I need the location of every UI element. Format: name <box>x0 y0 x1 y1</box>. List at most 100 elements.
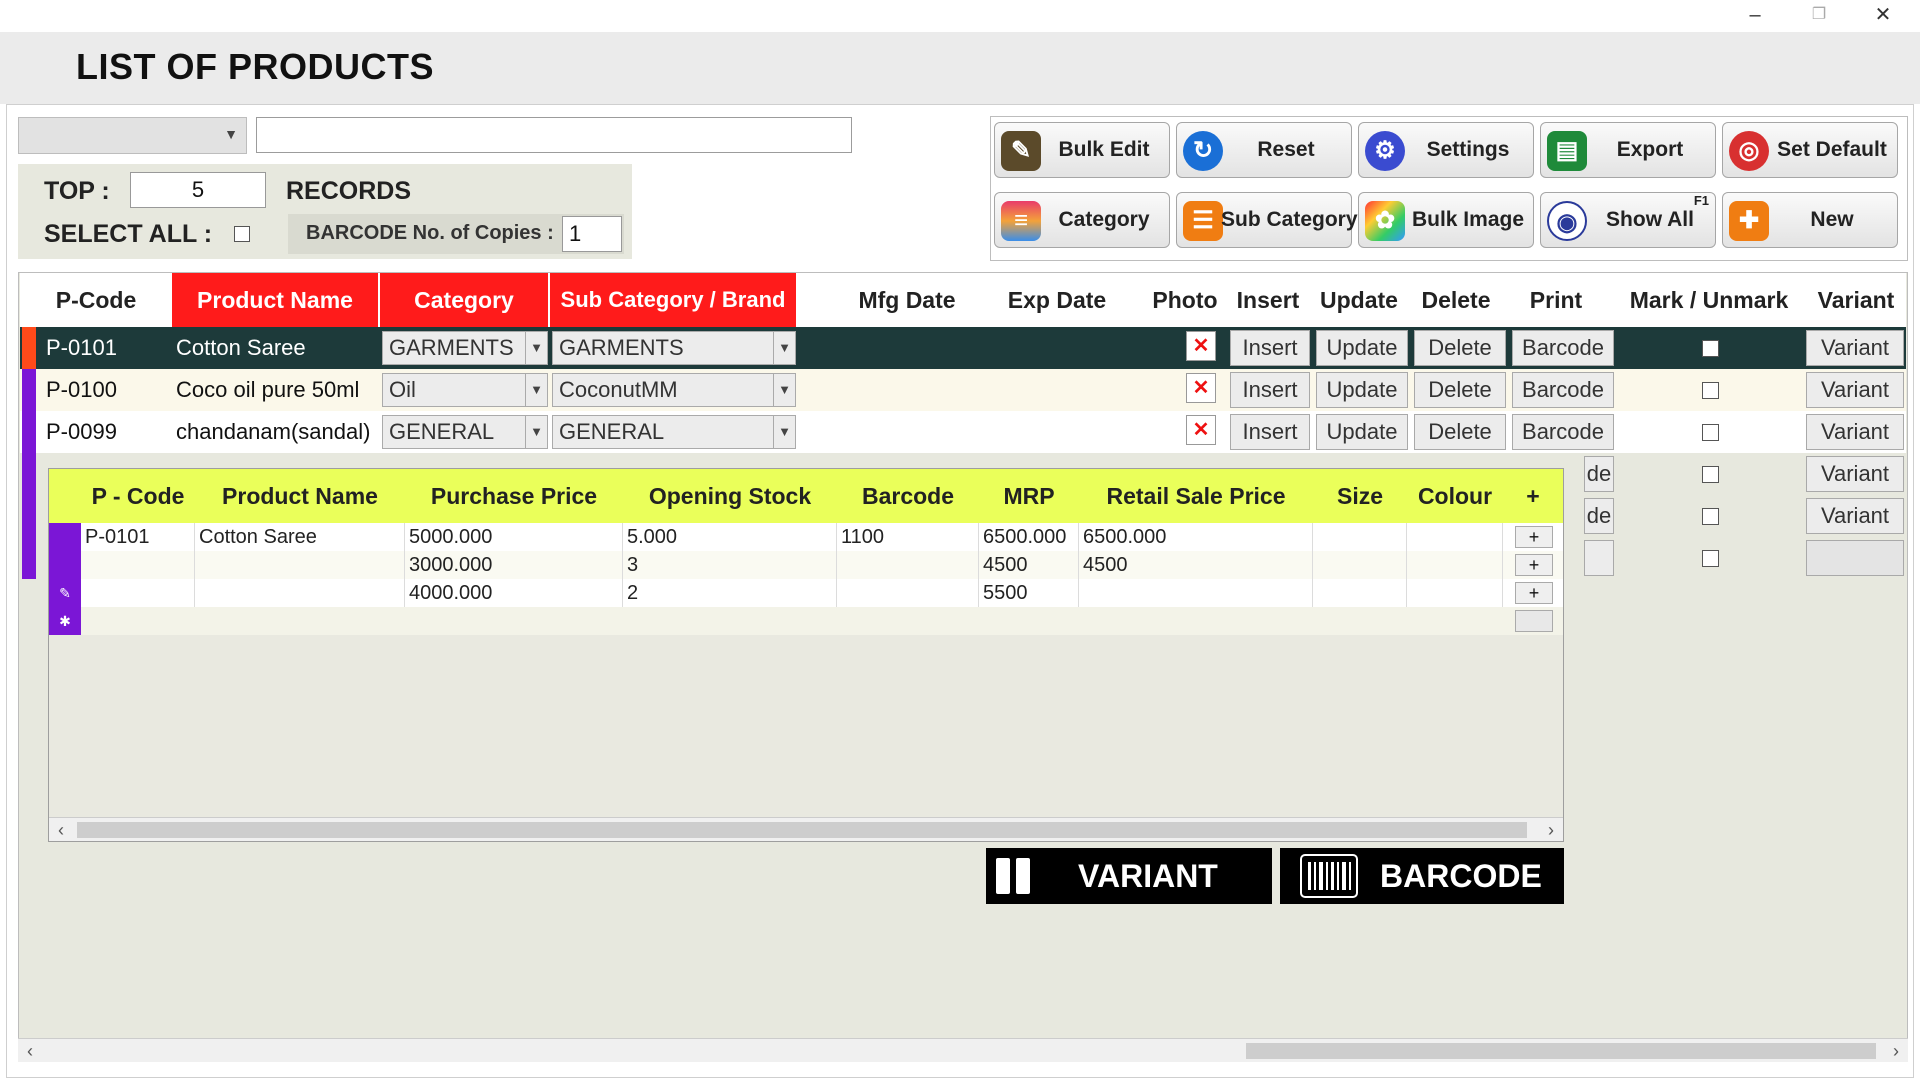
variant-horizontal-scrollbar[interactable]: ‹ › <box>49 817 1563 841</box>
delete-button[interactable]: Delete <box>1414 372 1506 408</box>
table-row[interactable]: P-0100 Coco oil pure 50ml Oil ▼ CoconutMM… <box>20 369 1906 411</box>
col-print[interactable]: Print <box>1504 273 1608 327</box>
col-product-name[interactable]: Product Name <box>172 273 380 327</box>
row-subcategory-dropdown[interactable]: CoconutMM ▼ <box>552 373 796 407</box>
variant-opening-stock[interactable]: 5.000 <box>623 523 837 551</box>
mark-checkbox[interactable] <box>1702 382 1719 399</box>
insert-button[interactable]: Insert <box>1230 414 1310 450</box>
variant-product-name[interactable] <box>195 551 405 579</box>
update-button[interactable]: Update <box>1316 414 1408 450</box>
col-delete[interactable]: Delete <box>1408 273 1504 327</box>
export-button[interactable]: ▤ Export <box>1540 122 1716 178</box>
col-update[interactable]: Update <box>1310 273 1408 327</box>
maximize-button[interactable]: ❐ <box>1790 2 1848 28</box>
add-row-button[interactable]: + <box>1515 526 1553 548</box>
scroll-thumb[interactable] <box>1246 1043 1876 1059</box>
bulk-edit-button[interactable]: ✎ Bulk Edit <box>994 122 1170 178</box>
new-row[interactable]: ✱ <box>49 607 1563 635</box>
col-mrp[interactable]: MRP <box>979 469 1079 523</box>
table-row[interactable]: ✎ 4000.000 2 5500 + <box>49 579 1563 607</box>
col-pcode[interactable]: P-Code <box>20 273 172 327</box>
col-category[interactable]: Category <box>380 273 550 327</box>
col-sub-category[interactable]: Sub Category / Brand <box>550 273 798 327</box>
table-row[interactable]: P-0099 chandanam(sandal) GENERAL ▼ GENERA… <box>20 411 1906 453</box>
variant-button[interactable]: Variant <box>1806 330 1904 366</box>
variant-size[interactable] <box>1313 579 1407 607</box>
sub-category-button[interactable]: ☰ Sub Category <box>1176 192 1358 248</box>
variant-colour[interactable] <box>1407 579 1503 607</box>
variant-purchase-price[interactable]: 4000.000 <box>405 579 623 607</box>
col-size[interactable]: Size <box>1313 469 1407 523</box>
variant-purchase-price[interactable]: 5000.000 <box>405 523 623 551</box>
variant-size[interactable] <box>1313 551 1407 579</box>
remove-photo-icon[interactable]: ✕ <box>1186 373 1216 403</box>
variant-mrp[interactable]: 6500.000 <box>979 523 1079 551</box>
filter-dropdown[interactable]: ▼ <box>18 117 247 154</box>
delete-button[interactable]: Delete <box>1414 330 1506 366</box>
row-subcategory-dropdown[interactable]: GENERAL ▼ <box>552 415 796 449</box>
row-category-dropdown[interactable]: GENERAL ▼ <box>382 415 548 449</box>
col-colour[interactable]: Colour <box>1407 469 1503 523</box>
col-retail-price[interactable]: Retail Sale Price <box>1079 469 1313 523</box>
set-default-button[interactable]: ◎ Set Default <box>1722 122 1898 178</box>
barcode-button[interactable]: Barcode <box>1512 414 1614 450</box>
col-opening-stock[interactable]: Opening Stock <box>623 469 837 523</box>
new-button[interactable]: ✚ New <box>1722 192 1898 248</box>
variant-retail-price[interactable]: 6500.000 <box>1079 523 1313 551</box>
variant-mrp[interactable]: 5500 <box>979 579 1079 607</box>
variant-retail-price[interactable]: 4500 <box>1079 551 1313 579</box>
barcode-button[interactable]: Barcode <box>1512 372 1614 408</box>
scroll-right-icon[interactable]: › <box>1539 818 1563 842</box>
variant-size[interactable] <box>1313 523 1407 551</box>
select-all-checkbox[interactable] <box>234 226 250 242</box>
bulk-image-button[interactable]: ✿ Bulk Image <box>1358 192 1534 248</box>
table-row[interactable]: P-0101 Cotton Saree 5000.000 5.000 1100 … <box>49 523 1563 551</box>
settings-button[interactable]: ⚙ Settings <box>1358 122 1534 178</box>
variant-barcode[interactable]: 1100 <box>837 523 979 551</box>
variant-opening-stock[interactable]: 3 <box>623 551 837 579</box>
col-purchase-price[interactable]: Purchase Price <box>405 469 623 523</box>
delete-button[interactable]: Delete <box>1414 414 1506 450</box>
variant-colour[interactable] <box>1407 523 1503 551</box>
insert-button[interactable]: Insert <box>1230 330 1310 366</box>
barcode-button[interactable]: Barcode <box>1512 330 1614 366</box>
scroll-left-icon[interactable]: ‹ <box>49 818 73 842</box>
variant-pcode[interactable]: P-0101 <box>81 523 195 551</box>
add-row-button[interactable]: + <box>1515 554 1553 576</box>
col-exp-date[interactable]: Exp Date <box>982 273 1132 327</box>
variant-product-name[interactable]: Cotton Saree <box>195 523 405 551</box>
mark-checkbox[interactable] <box>1702 508 1719 525</box>
row-subcategory-dropdown[interactable]: GARMENTS ▼ <box>552 331 796 365</box>
add-column-button[interactable]: + <box>1503 469 1563 523</box>
top-count-input[interactable]: 5 <box>130 172 266 208</box>
variant-action-button[interactable]: VARIANT <box>986 848 1272 904</box>
table-row[interactable]: P-0101 Cotton Saree GARMENTS ▼ GARMENTS ▼ … <box>20 327 1906 369</box>
col-pcode[interactable]: P - Code <box>81 469 195 523</box>
remove-photo-icon[interactable]: ✕ <box>1186 331 1216 361</box>
variant-barcode[interactable] <box>837 551 979 579</box>
show-all-button[interactable]: ◉ Show All F1 <box>1540 192 1716 248</box>
scroll-left-icon[interactable]: ‹ <box>18 1039 42 1063</box>
col-photo[interactable]: Photo <box>1144 273 1226 327</box>
table-row[interactable]: 3000.000 3 4500 4500 + <box>49 551 1563 579</box>
col-variant[interactable]: Variant <box>1806 273 1906 327</box>
mark-checkbox[interactable] <box>1702 424 1719 441</box>
variant-purchase-price[interactable]: 3000.000 <box>405 551 623 579</box>
scroll-thumb[interactable] <box>77 822 1527 838</box>
variant-button[interactable]: Variant <box>1806 372 1904 408</box>
row-category-dropdown[interactable]: Oil ▼ <box>382 373 548 407</box>
variant-colour[interactable] <box>1407 551 1503 579</box>
reset-button[interactable]: ↻ Reset <box>1176 122 1352 178</box>
search-input[interactable] <box>256 117 852 153</box>
close-button[interactable]: ✕ <box>1854 2 1912 28</box>
variant-button[interactable]: Variant <box>1806 456 1904 492</box>
variant-product-name[interactable] <box>195 579 405 607</box>
barcode-button[interactable]: de <box>1584 498 1614 534</box>
remove-photo-icon[interactable]: ✕ <box>1186 415 1216 445</box>
variant-barcode[interactable] <box>837 579 979 607</box>
barcode-button[interactable]: de <box>1584 456 1614 492</box>
variant-opening-stock[interactable]: 2 <box>623 579 837 607</box>
variant-pcode[interactable] <box>81 551 195 579</box>
update-button[interactable]: Update <box>1316 372 1408 408</box>
update-button[interactable]: Update <box>1316 330 1408 366</box>
